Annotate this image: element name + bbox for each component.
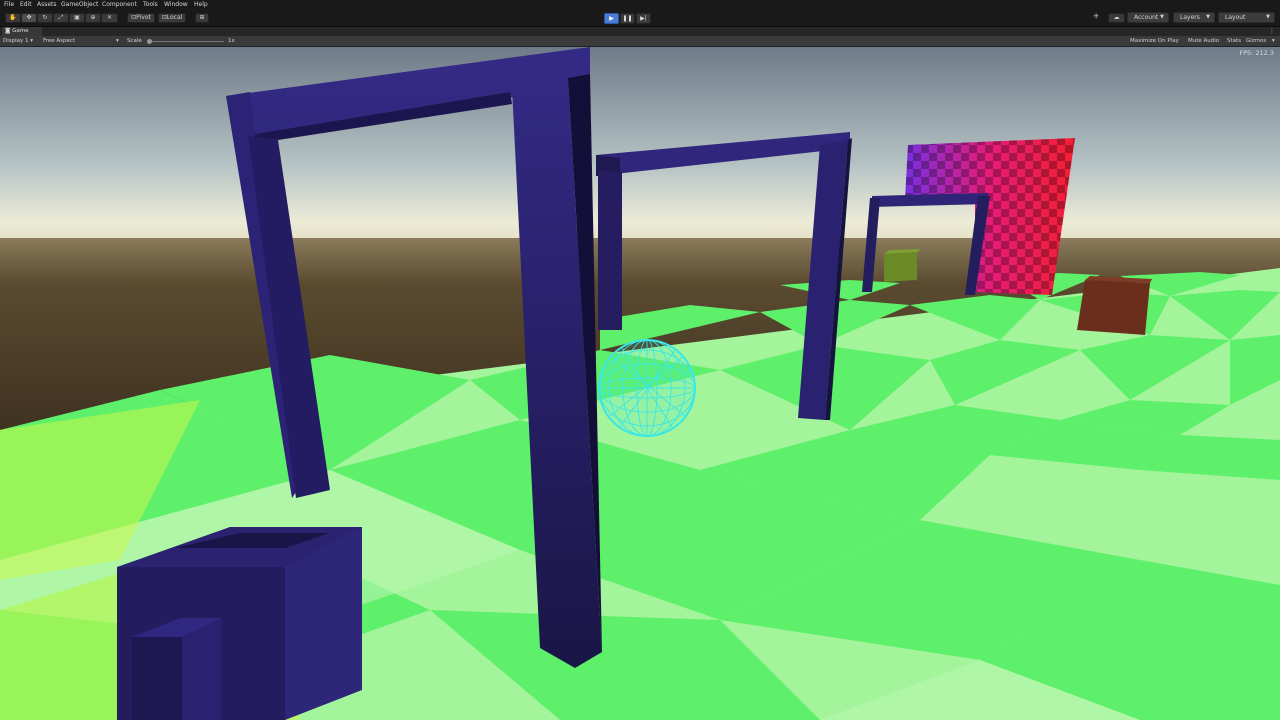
rotate-icon: ↻	[42, 14, 48, 21]
scene-render	[0, 47, 1280, 720]
mute-audio-toggle[interactable]: Mute Audio	[1188, 37, 1219, 45]
local-label: Local	[166, 14, 183, 21]
menu-component[interactable]: Component	[102, 1, 137, 9]
scale-label: Scale	[127, 38, 142, 44]
chevron-down-icon: ▼	[1266, 14, 1270, 20]
main-toolbar: ✋ ✥ ↻ ⤢ ▣ ⊕ ✕ ⊡Pivot ⊡Local ⊞ ▶ ❚❚ ▶| ✣ …	[0, 10, 1280, 27]
pivot-toggle[interactable]: ⊡Pivot	[127, 13, 155, 23]
aspect-label: Free Aspect	[43, 38, 76, 44]
grid-snap-button[interactable]: ⊞	[195, 13, 209, 23]
pivot-label: Pivot	[136, 14, 151, 21]
rect-tool-button[interactable]: ▣	[69, 13, 85, 23]
stats-toggle[interactable]: Stats	[1227, 37, 1241, 45]
chevron-down-icon: ▼	[1206, 14, 1210, 20]
services-icon: ✣	[1093, 13, 1099, 20]
scale-slider[interactable]	[147, 39, 224, 44]
menu-assets[interactable]: Assets	[37, 1, 57, 9]
cloud-icon: ☁	[1113, 14, 1120, 21]
chevron-down-icon: ▾	[116, 38, 119, 44]
menu-edit[interactable]: Edit	[20, 1, 32, 9]
scale-value: 1x	[228, 38, 235, 44]
game-icon: ◙	[5, 28, 11, 34]
chevron-down-icon: ▾	[1272, 38, 1275, 44]
tab-game[interactable]: ◙ Game	[2, 27, 42, 36]
fps-counter: FPS: 212.3	[1239, 49, 1274, 57]
game-viewport[interactable]	[0, 47, 1280, 720]
account-dropdown[interactable]: Account ▼	[1127, 12, 1169, 23]
layers-label: Layers	[1180, 14, 1200, 21]
menu-file[interactable]: File	[4, 1, 14, 9]
menu-window[interactable]: Window	[164, 1, 188, 9]
rotate-tool-button[interactable]: ↻	[37, 13, 53, 23]
display-label: Display 1	[3, 38, 29, 44]
layers-dropdown[interactable]: Layers ▼	[1173, 12, 1215, 23]
grid-icon: ⊞	[199, 14, 205, 21]
aspect-dropdown[interactable]: Free Aspect	[43, 37, 75, 45]
chevron-down-icon: ▼	[1160, 14, 1164, 20]
maximize-on-play-toggle[interactable]: Maximize On Play	[1130, 37, 1179, 45]
scale-icon: ⤢	[58, 14, 64, 21]
play-icon: ▶	[609, 15, 614, 22]
step-button[interactable]: ▶|	[636, 13, 651, 24]
step-icon: ▶|	[640, 15, 647, 22]
custom-tool-button[interactable]: ✕	[101, 13, 118, 23]
menu-tools[interactable]: Tools	[143, 1, 158, 9]
gizmos-dropdown[interactable]: Gizmos	[1246, 37, 1266, 45]
move-icon: ✥	[26, 14, 32, 21]
custom-tool-icon: ✕	[106, 14, 113, 21]
hand-tool-button[interactable]: ✋	[5, 13, 21, 23]
menu-bar: File Edit Assets GameObject Component To…	[0, 0, 1280, 10]
tab-bar: ◙ Game ⋮	[0, 27, 1280, 36]
pause-button[interactable]: ❚❚	[620, 13, 635, 24]
rect-icon: ▣	[74, 14, 80, 21]
menu-help[interactable]: Help	[194, 1, 208, 9]
services-button[interactable]: ✣	[1089, 13, 1103, 23]
cloud-button[interactable]: ☁	[1108, 13, 1125, 23]
play-button[interactable]: ▶	[604, 13, 619, 24]
chevron-down-icon: ▾	[30, 38, 34, 44]
move-tool-button[interactable]: ✥	[21, 13, 37, 23]
more-options-icon[interactable]: ⋮	[1269, 27, 1275, 36]
display-dropdown[interactable]: Display 1 ▾	[3, 37, 33, 45]
transform-icon: ⊕	[90, 14, 96, 21]
transform-tool-button[interactable]: ⊕	[85, 13, 101, 23]
scale-slider-thumb[interactable]	[147, 39, 152, 44]
layout-dropdown[interactable]: Layout ▼	[1218, 12, 1275, 23]
tab-game-label: Game	[12, 28, 29, 34]
game-view-bar: Display 1 ▾ Free Aspect ▾ Scale 1x Maxim…	[0, 36, 1280, 47]
layout-label: Layout	[1225, 14, 1246, 21]
menu-gameobject[interactable]: GameObject	[61, 1, 98, 9]
hand-icon: ✋	[9, 14, 17, 21]
wireframe-sphere	[598, 339, 696, 437]
account-label: Account	[1134, 14, 1159, 21]
scale-tool-button[interactable]: ⤢	[53, 13, 69, 23]
pause-icon: ❚❚	[622, 15, 633, 22]
local-toggle[interactable]: ⊡Local	[158, 13, 186, 23]
